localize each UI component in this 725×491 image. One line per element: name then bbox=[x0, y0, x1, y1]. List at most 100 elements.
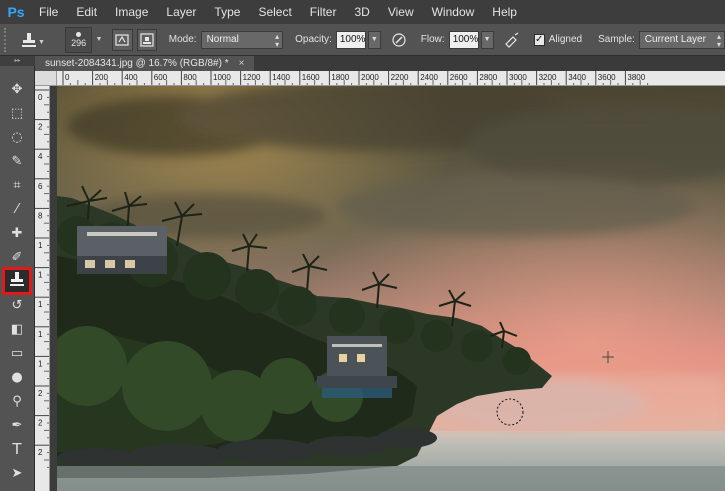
tool-button-type-tool[interactable]: T bbox=[5, 438, 29, 460]
options-bar-grip[interactable] bbox=[4, 27, 10, 52]
flow-input[interactable]: 100% bbox=[448, 30, 479, 49]
tools-panel-collapse[interactable]: ▸▸ bbox=[0, 56, 35, 66]
tool-button-marquee-tool[interactable]: ⬚ bbox=[5, 102, 29, 124]
healing-brush-tool-icon: ✚ bbox=[11, 225, 23, 241]
aligned-checkbox[interactable]: ✓ bbox=[533, 33, 545, 46]
tool-button-history-brush-tool[interactable]: ↺ bbox=[5, 294, 29, 316]
flow-slider-toggle[interactable]: ▼ bbox=[480, 30, 494, 49]
brush-size-value: 296 bbox=[71, 37, 87, 48]
brush-preset-picker[interactable]: 296 bbox=[64, 26, 93, 53]
menu-layer[interactable]: Layer bbox=[166, 5, 196, 19]
eraser-tool-icon: ◧ bbox=[10, 321, 24, 337]
crop-tool-icon: ⌗ bbox=[13, 177, 21, 193]
history-brush-tool-icon: ↺ bbox=[11, 297, 23, 313]
tool-button-healing-brush-tool[interactable]: ✚ bbox=[5, 222, 29, 244]
menu-edit[interactable]: Edit bbox=[76, 5, 97, 19]
ruler-origin[interactable] bbox=[35, 71, 57, 86]
menu-view[interactable]: View bbox=[388, 5, 414, 19]
tool-button-pen-tool[interactable]: ✒ bbox=[5, 414, 29, 436]
brush-panel-icon bbox=[115, 33, 130, 46]
tool-button-quick-selection-tool[interactable]: ✎ bbox=[5, 150, 29, 172]
vertical-ruler[interactable]: 0 2 4 6 8 1 1 1 1 1 2 2 2 bbox=[35, 86, 50, 491]
tool-button-move-tool[interactable]: ✥ bbox=[5, 78, 29, 100]
sunset-photo bbox=[57, 86, 725, 491]
ruler-label: 2200 bbox=[391, 73, 409, 82]
mode-label: Mode: bbox=[168, 34, 197, 45]
tool-button-gradient-tool[interactable]: ▭ bbox=[5, 342, 29, 364]
chevron-down-icon[interactable]: ▼ bbox=[95, 36, 102, 43]
menu-bar: Ps File Edit Image Layer Type Select Fil… bbox=[0, 0, 725, 24]
menu-3d[interactable]: 3D bbox=[354, 5, 369, 19]
options-bar: ▼ 296 ▼ Mode: Normal ▴ ▾ Opacity: 100% ▼ … bbox=[0, 24, 725, 56]
document-canvas[interactable] bbox=[57, 86, 725, 491]
mode-select-value: Normal bbox=[206, 34, 239, 45]
ruler-label: 1000 bbox=[213, 73, 231, 82]
marquee-tool-icon: ⬚ bbox=[10, 105, 24, 121]
document-tab-title: sunset-2084341.jpg @ 16.7% (RGB/8#) * bbox=[45, 58, 229, 69]
tool-button-eyedropper-tool[interactable]: ⁄ bbox=[5, 198, 29, 220]
tool-button-lasso-tool[interactable]: ◌ bbox=[5, 126, 29, 148]
horizontal-ruler-ticks: 0 200 400 600 800 1000 1200 1400 1600 1800 2000 220… bbox=[62, 71, 649, 85]
pressure-opacity-button[interactable] bbox=[389, 29, 409, 51]
menu-file[interactable]: File bbox=[39, 5, 58, 19]
toggle-clone-source-panel-button[interactable] bbox=[136, 28, 157, 51]
mode-select[interactable]: Normal ▴ ▾ bbox=[200, 30, 284, 49]
close-icon[interactable]: × bbox=[239, 56, 245, 71]
ruler-label: 8 bbox=[38, 211, 43, 220]
opacity-slider-toggle[interactable]: ▼ bbox=[367, 30, 381, 49]
toggle-brush-panel-button[interactable] bbox=[112, 28, 133, 51]
clone-stamp-preset-icon bbox=[22, 32, 37, 47]
tool-button-path-selection-tool[interactable]: ➤ bbox=[5, 462, 29, 484]
ruler-label: 600 bbox=[154, 73, 168, 82]
document-tab-bar: sunset-2084341.jpg @ 16.7% (RGB/8#) * × bbox=[35, 56, 725, 71]
ruler-label: 1 bbox=[38, 300, 43, 309]
clone-stamp-tool-icon bbox=[9, 271, 25, 291]
logo-text: Ps bbox=[7, 4, 25, 20]
ruler-label: 2 bbox=[38, 123, 43, 132]
airbrush-button[interactable] bbox=[502, 29, 522, 51]
ruler-label: 3000 bbox=[509, 73, 527, 82]
aligned-label: Aligned bbox=[548, 34, 583, 45]
tool-button-crop-tool[interactable]: ⌗ bbox=[5, 174, 29, 196]
tool-button-blur-tool[interactable]: ● bbox=[5, 366, 29, 388]
tool-preset-picker[interactable]: ▼ bbox=[16, 28, 45, 52]
menu-window[interactable]: Window bbox=[432, 5, 475, 19]
ruler-label: 3400 bbox=[568, 73, 586, 82]
ruler-label: 3800 bbox=[627, 73, 645, 82]
quick-selection-tool-icon: ✎ bbox=[11, 153, 23, 169]
ruler-label: 3200 bbox=[539, 73, 557, 82]
tool-button-brush-tool[interactable]: ✐ bbox=[5, 246, 29, 268]
type-tool-icon: T bbox=[12, 440, 22, 458]
menu-type[interactable]: Type bbox=[214, 5, 240, 19]
move-tool-icon: ✥ bbox=[11, 81, 23, 97]
pressure-pen-icon bbox=[392, 32, 406, 47]
ruler-label: 1800 bbox=[331, 73, 349, 82]
checkmark-icon: ✓ bbox=[535, 33, 544, 45]
up-down-arrows-icon: ▴ ▾ bbox=[716, 31, 721, 49]
flow-input-value: 100% bbox=[452, 34, 479, 45]
ruler-label: 4 bbox=[38, 152, 43, 161]
eyedropper-tool-icon: ⁄ bbox=[15, 201, 19, 217]
opacity-input[interactable]: 100% bbox=[335, 30, 366, 49]
sample-select-value: Current Layer bbox=[644, 34, 706, 45]
tool-button-dodge-tool[interactable]: ⚲ bbox=[5, 390, 29, 412]
tool-button-eraser-tool[interactable]: ◧ bbox=[5, 318, 29, 340]
menu-image[interactable]: Image bbox=[115, 5, 148, 19]
tool-button-clone-stamp-tool[interactable] bbox=[2, 267, 32, 295]
ruler-label: 6 bbox=[38, 182, 43, 191]
brush-tip-icon bbox=[76, 31, 82, 37]
ruler-label: 200 bbox=[95, 73, 109, 82]
dodge-tool-icon: ⚲ bbox=[12, 393, 22, 409]
airbrush-icon bbox=[504, 32, 518, 48]
flow-label: Flow: bbox=[420, 34, 445, 45]
menu-select[interactable]: Select bbox=[258, 5, 291, 19]
menu-filter[interactable]: Filter bbox=[310, 5, 337, 19]
menu-help[interactable]: Help bbox=[492, 5, 517, 19]
chevron-down-icon: ▼ bbox=[38, 38, 45, 46]
canvas-gutter bbox=[50, 86, 57, 491]
sample-select[interactable]: Current Layer ▴ ▾ bbox=[638, 30, 725, 49]
brush-tool-icon: ✐ bbox=[11, 249, 23, 265]
pen-tool-icon: ✒ bbox=[11, 417, 23, 433]
document-tab[interactable]: sunset-2084341.jpg @ 16.7% (RGB/8#) * × bbox=[35, 56, 255, 71]
horizontal-ruler[interactable]: 0 200 400 600 800 1000 1200 1400 1600 1800 2000 220… bbox=[57, 71, 725, 86]
